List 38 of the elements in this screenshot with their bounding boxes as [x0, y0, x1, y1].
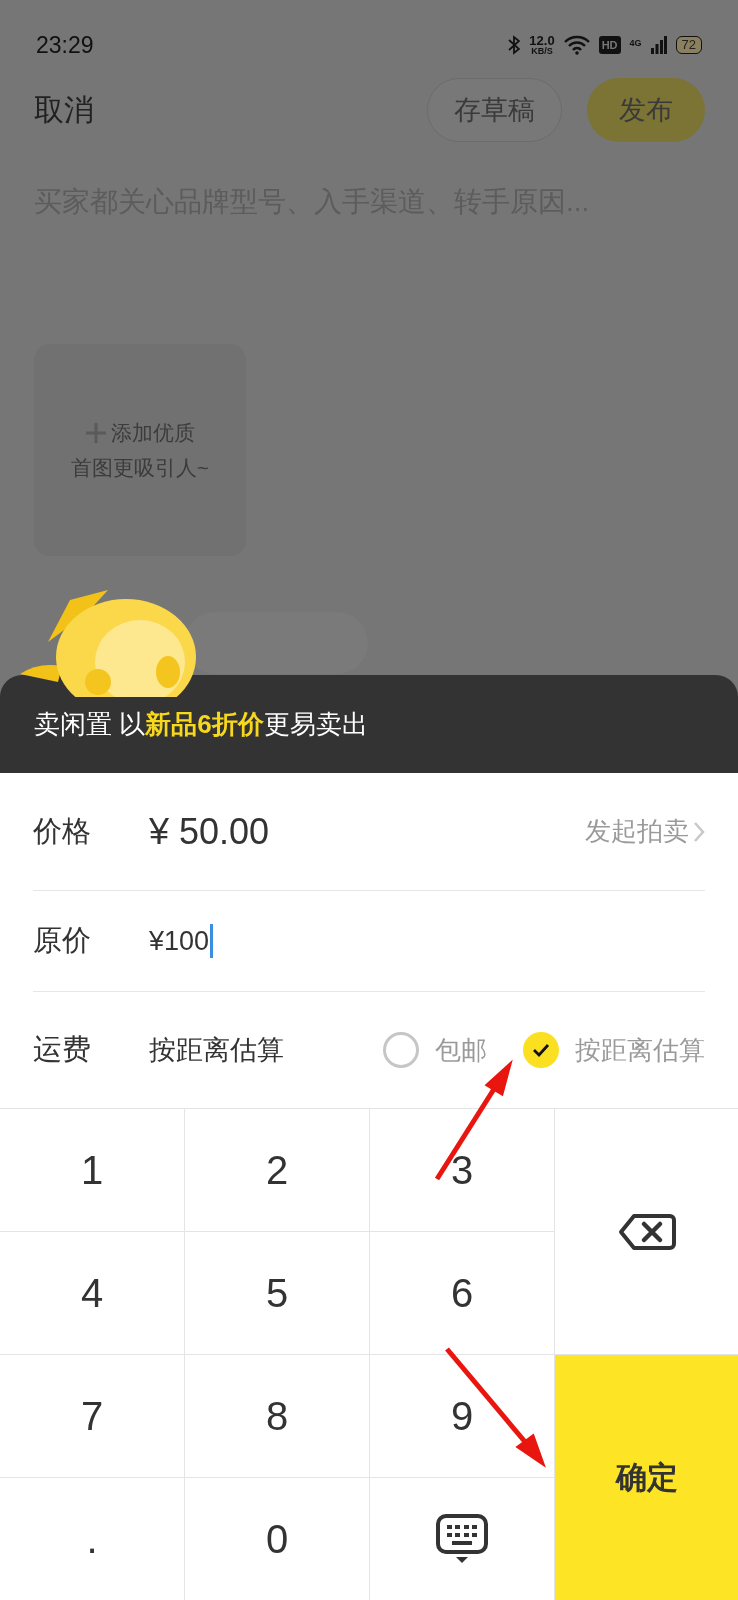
price-value[interactable]: ¥100	[149, 925, 210, 957]
price-value[interactable]: ¥ 50.00	[149, 810, 270, 853]
digit-key[interactable]: 0	[185, 1478, 369, 1600]
keyboard-key[interactable]	[370, 1478, 554, 1600]
digit-key[interactable]: 4	[0, 1232, 184, 1354]
speed-unit: KB/S	[531, 47, 553, 56]
digit-key[interactable]: 8	[185, 1355, 369, 1477]
option-label: 按距离估算	[575, 1033, 705, 1067]
digit-key[interactable]: 5	[185, 1232, 369, 1354]
digit-key[interactable]: 3	[370, 1109, 554, 1231]
keyboard-icon	[435, 1513, 489, 1565]
hd-badge: HD	[598, 36, 621, 54]
promo-text: 卖闲置 以新品6折价更易卖出	[34, 707, 368, 741]
field-label: 运费	[33, 1032, 92, 1067]
digit-key[interactable]: 7	[0, 1355, 184, 1477]
signal-icon	[650, 35, 667, 55]
cancel-link[interactable]: 取消	[34, 89, 402, 131]
network-speed: 12.0	[529, 34, 555, 47]
network-type: 4G	[629, 38, 642, 48]
backspace-icon	[617, 1212, 676, 1251]
chevron-icon	[693, 820, 705, 843]
battery-level: 72	[675, 36, 702, 54]
bluetooth-icon	[508, 35, 521, 55]
wifi-icon	[563, 35, 590, 55]
status-time: 23:29	[36, 31, 95, 59]
field-label: 价格	[33, 813, 92, 849]
check-icon	[532, 1043, 550, 1057]
digit-key[interactable]: 6	[370, 1232, 554, 1354]
field-label: 原价	[33, 923, 92, 958]
digit-key[interactable]: .	[0, 1478, 184, 1600]
radio-button[interactable]	[383, 1032, 419, 1068]
confirm-button[interactable]: 确定	[555, 1355, 738, 1600]
digit-key[interactable]: 1	[0, 1109, 184, 1231]
radio-button[interactable]	[523, 1032, 559, 1068]
option-label: 包邮	[435, 1033, 487, 1067]
digit-key[interactable]: 2	[185, 1109, 369, 1231]
digit-key[interactable]: 9	[370, 1355, 554, 1477]
shipping-value: 按距离估算	[149, 1034, 284, 1067]
